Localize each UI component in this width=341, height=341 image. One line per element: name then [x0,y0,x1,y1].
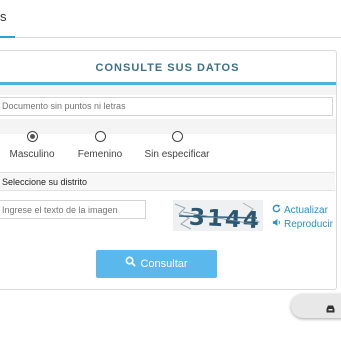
consultar-label: Consultar [140,258,188,270]
captcha-graphic: 3144 [173,200,263,234]
radio-label: Femenino [77,149,123,160]
district-select[interactable]: Seleccione su distrito [0,172,335,191]
captcha-image: 3144 [173,200,263,234]
radio-button-checked[interactable] [26,131,38,142]
district-select-value: Seleccione su distrito [2,177,88,187]
refresh-captcha-link[interactable]: Actualizar [272,204,333,217]
radio-option-masculino[interactable]: Masculino [0,131,67,160]
audio-label: Reproducir [284,219,333,230]
tab-active[interactable]: s [0,0,15,38]
refresh-icon [272,204,284,215]
inbox-icon [326,300,335,313]
play-audio-link[interactable]: Reproducir [272,218,333,231]
card-title: CONSULTE SUS DATOS [0,51,336,85]
tab-bar: s [0,0,341,38]
radio-button[interactable] [94,131,106,142]
radio-label: Sin especificar [144,149,210,160]
radio-option-femenino[interactable]: Femenino [65,131,135,160]
speaker-icon [272,218,284,229]
floating-action-button[interactable] [291,294,341,318]
radio-option-sin-especificar[interactable]: Sin especificar [142,131,212,160]
captcha-actions: Actualizar Reproducir [272,204,333,232]
document-input[interactable] [0,97,333,116]
consultar-button[interactable]: Consultar [96,250,217,278]
refresh-label: Actualizar [284,205,328,216]
radio-button[interactable] [171,131,183,142]
spacer-band [0,85,336,95]
search-icon [125,250,137,278]
captcha-input[interactable] [0,200,146,219]
tab-label: s [0,9,7,24]
radio-label: Masculino [9,149,55,160]
